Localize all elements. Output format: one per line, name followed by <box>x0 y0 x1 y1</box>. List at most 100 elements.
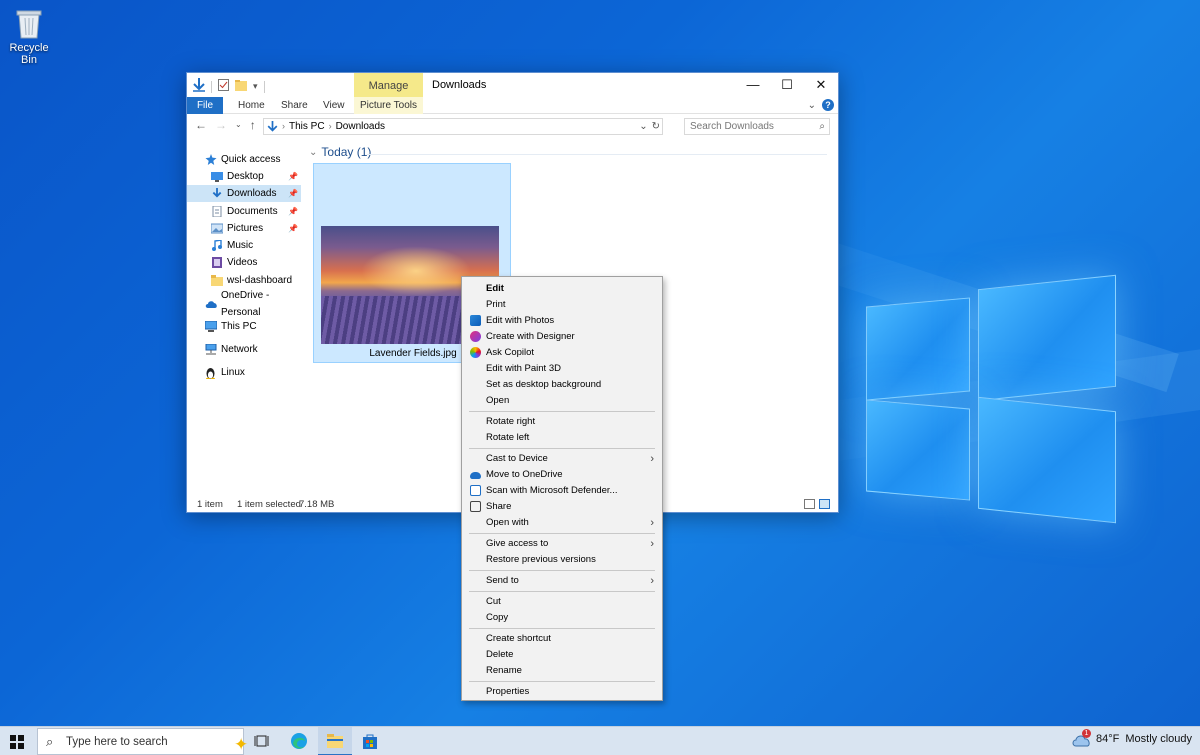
tab-share[interactable]: Share <box>281 97 308 114</box>
menu-item-edit-with-photos[interactable]: Edit with Photos <box>462 313 662 329</box>
downloads-arrow-icon <box>267 120 278 132</box>
menu-item-send-to[interactable]: Send to › <box>462 573 662 589</box>
sidebar-item-this-pc[interactable]: This PC <box>187 318 301 335</box>
menu-item-rotate-right[interactable]: Rotate right <box>462 414 662 430</box>
sidebar-item-pictures[interactable]: Pictures 📌 <box>187 220 301 237</box>
recent-locations-icon[interactable]: ⌄ <box>235 118 242 132</box>
sidebar-item-desktop[interactable]: Desktop 📌 <box>187 168 301 185</box>
designer-icon <box>470 331 481 342</box>
edge-icon[interactable] <box>288 730 310 752</box>
sidebar-item-videos[interactable]: Videos <box>187 254 301 271</box>
sidebar-item-downloads[interactable]: Downloads 📌 <box>187 185 301 202</box>
breadcrumb-downloads[interactable]: Downloads <box>336 119 385 134</box>
menu-separator <box>469 591 655 592</box>
details-view-icon[interactable] <box>804 499 815 509</box>
sidebar-item-label: Videos <box>227 257 258 268</box>
menu-item-move-to-onedrive[interactable]: Move to OneDrive <box>462 467 662 483</box>
large-icons-view-icon[interactable] <box>819 499 830 509</box>
recycle-bin-shortcut[interactable]: Recycle Bin <box>4 6 54 66</box>
sidebar-item-quick-access[interactable]: Quick access <box>187 151 301 168</box>
menu-item-edit-with-paint-3d[interactable]: Edit with Paint 3D <box>462 361 662 377</box>
menu-item-set-as-desktop-background[interactable]: Set as desktop background <box>462 377 662 393</box>
minimize-button[interactable]: — <box>736 73 770 97</box>
back-icon[interactable]: ← <box>195 118 207 132</box>
weather-widget[interactable]: 1 84°F Mostly cloudy <box>1072 729 1192 747</box>
menu-item-cast-to-device[interactable]: Cast to Device › <box>462 451 662 467</box>
refresh-icon[interactable]: ↻ <box>652 119 660 134</box>
tab-view[interactable]: View <box>323 97 345 114</box>
forward-icon[interactable]: → <box>215 118 227 132</box>
menu-item-open-with[interactable]: Open with › <box>462 515 662 531</box>
menu-item-share[interactable]: Share <box>462 499 662 515</box>
menu-item-edit[interactable]: Edit <box>462 281 662 297</box>
menu-item-ask-copilot[interactable]: Ask Copilot <box>462 345 662 361</box>
tab-picture-tools[interactable]: Picture Tools <box>354 97 423 114</box>
search-icon: ⌕ <box>46 734 54 749</box>
pin-icon[interactable]: 📌 <box>288 203 298 220</box>
selection-count: 1 item selected <box>237 499 301 510</box>
pin-icon[interactable]: 📌 <box>288 168 298 185</box>
maximize-button[interactable]: ☐ <box>770 73 804 97</box>
menu-item-open[interactable]: Open <box>462 393 662 409</box>
chevron-right-icon: › <box>650 453 654 465</box>
search-input[interactable]: Search Downloads ⌕ <box>684 118 830 135</box>
start-button[interactable] <box>10 735 24 749</box>
folder-icon <box>211 275 223 286</box>
menu-item-restore-previous-versions[interactable]: Restore previous versions <box>462 552 662 568</box>
menu-item-properties[interactable]: Properties <box>462 684 662 700</box>
help-icon[interactable]: ? <box>822 99 834 111</box>
menu-item-label: Open <box>486 395 510 406</box>
pin-icon[interactable]: 📌 <box>288 220 298 237</box>
new-folder-icon[interactable] <box>235 79 247 94</box>
sidebar-item-documents[interactable]: Documents 📌 <box>187 203 301 220</box>
file-explorer-icon[interactable] <box>324 730 346 752</box>
menu-item-cut[interactable]: Cut <box>462 594 662 610</box>
menu-item-label: Ask Copilot <box>486 347 535 358</box>
taskbar-search-box[interactable]: ⌕ Type here to search ✦ <box>37 728 248 755</box>
photos-icon <box>470 315 481 326</box>
menu-item-scan-with-microsoft-defender[interactable]: Scan with Microsoft Defender... <box>462 483 662 499</box>
menu-item-label: Properties <box>486 686 530 697</box>
menu-item-rotate-left[interactable]: Rotate left <box>462 430 662 446</box>
onedrive-icon <box>205 298 217 309</box>
sidebar-item-label: Quick access <box>221 154 281 165</box>
customize-toolbar-icon[interactable]: ▾ <box>253 81 258 92</box>
search-highlight-icon[interactable]: ✦ <box>234 732 248 755</box>
task-view-icon[interactable] <box>252 730 274 752</box>
sidebar-item-music[interactable]: Music <box>187 237 301 254</box>
menu-separator <box>469 570 655 571</box>
tab-home[interactable]: Home <box>238 97 265 114</box>
sidebar-item-linux[interactable]: Linux <box>187 364 301 381</box>
menu-item-delete[interactable]: Delete <box>462 647 662 663</box>
menu-separator <box>469 411 655 412</box>
menu-item-give-access-to[interactable]: Give access to › <box>462 536 662 552</box>
menu-item-label: Set as desktop background <box>486 379 602 390</box>
menu-item-create-with-designer[interactable]: Create with Designer <box>462 329 662 345</box>
sidebar-item-network[interactable]: Network <box>187 341 301 358</box>
tab-file[interactable]: File <box>187 97 223 114</box>
cloudy-icon: 1 <box>1072 729 1091 747</box>
address-dropdown-icon[interactable]: ⌄ <box>639 119 647 134</box>
menu-item-create-shortcut[interactable]: Create shortcut <box>462 631 662 647</box>
share-icon <box>470 501 481 512</box>
properties-icon[interactable] <box>218 79 229 94</box>
address-bar[interactable]: › This PC › Downloads ⌄ ↻ <box>263 118 663 135</box>
navigation-pane: Quick access Desktop 📌 Downloads 📌 Docum… <box>187 149 301 381</box>
recycle-bin-icon <box>14 6 44 40</box>
copilot-icon <box>470 347 481 358</box>
sidebar-item-label: OneDrive - Personal <box>221 289 270 318</box>
menu-item-copy[interactable]: Copy <box>462 610 662 626</box>
menu-item-label: Edit with Paint 3D <box>486 363 561 374</box>
up-icon[interactable]: ↑ <box>250 118 256 132</box>
menu-item-print[interactable]: Print <box>462 297 662 313</box>
group-header-today[interactable]: ⌄ Today (1) <box>309 145 829 159</box>
manage-tab[interactable]: Manage <box>354 73 423 97</box>
pin-icon[interactable]: 📌 <box>288 185 298 202</box>
menu-item-rename[interactable]: Rename <box>462 663 662 679</box>
breadcrumb-this-pc[interactable]: This PC <box>289 119 325 134</box>
sidebar-item-onedrive[interactable]: OneDrive - Personal <box>187 290 301 318</box>
store-icon[interactable] <box>359 730 381 752</box>
expand-ribbon-icon[interactable]: ⌄ <box>808 100 816 111</box>
search-placeholder: Search Downloads <box>690 121 774 132</box>
close-button[interactable]: ✕ <box>804 73 838 97</box>
